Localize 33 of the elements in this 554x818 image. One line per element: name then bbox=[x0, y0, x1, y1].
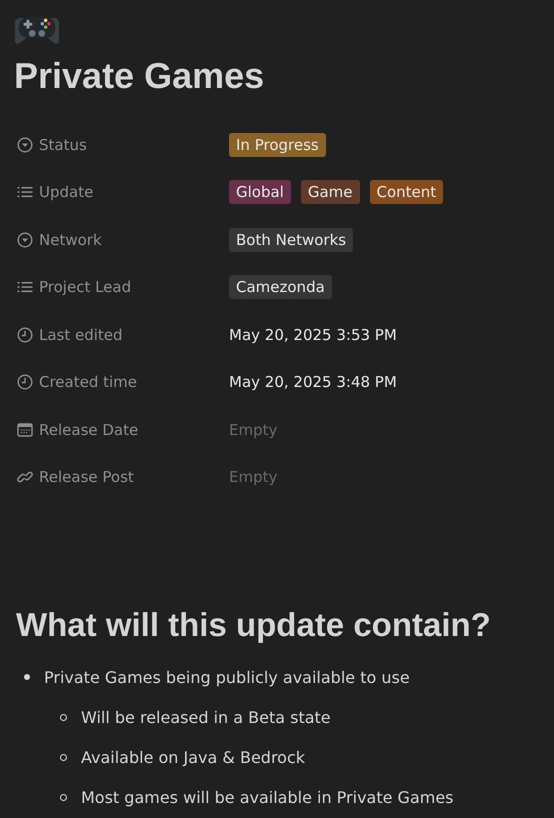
property-label: Release Post bbox=[39, 468, 134, 486]
list-item-text: Available on Java & Bedrock bbox=[81, 748, 306, 766]
list-item-text: Most games will be available in Private Games bbox=[81, 788, 454, 806]
bullet-icon bbox=[24, 674, 30, 680]
tag[interactable]: Both Networks bbox=[229, 228, 354, 252]
property-value: May 20, 2025 3:48 PM bbox=[229, 373, 397, 392]
property-label: Last edited bbox=[39, 326, 123, 344]
calendar-icon bbox=[17, 422, 33, 438]
tag[interactable]: Global bbox=[229, 180, 291, 204]
clock-icon bbox=[17, 374, 33, 390]
property-label: Status bbox=[39, 136, 87, 154]
page-title: Private Games bbox=[14, 55, 266, 97]
property-label: Created time bbox=[39, 373, 138, 392]
list-item-text: Private Games being publicly available to use bbox=[44, 668, 410, 686]
hollow-bullet-icon bbox=[60, 794, 67, 800]
clock-icon bbox=[17, 326, 33, 343]
property-label: Network bbox=[39, 230, 102, 249]
property-label: Release Date bbox=[39, 420, 138, 439]
dropdown-circle-icon bbox=[17, 136, 33, 153]
link-icon bbox=[17, 469, 33, 486]
hollow-bullet-icon bbox=[60, 754, 67, 760]
tag[interactable]: In Progress bbox=[229, 132, 326, 157]
property-label: Update bbox=[39, 183, 94, 202]
hollow-bullet-icon bbox=[60, 714, 67, 720]
property-value: May 20, 2025 3:53 PM bbox=[229, 326, 397, 344]
tag[interactable]: Content bbox=[370, 180, 444, 204]
list-item-text: Will be released in a Beta state bbox=[81, 708, 331, 726]
tag[interactable]: Camezonda bbox=[229, 275, 332, 300]
game-controller-icon bbox=[14, 14, 60, 45]
dropdown-circle-icon bbox=[17, 232, 33, 248]
tag[interactable]: Game bbox=[300, 180, 360, 204]
section-heading: What will this update contain? bbox=[16, 605, 492, 645]
property-label: Project Lead bbox=[39, 278, 132, 296]
